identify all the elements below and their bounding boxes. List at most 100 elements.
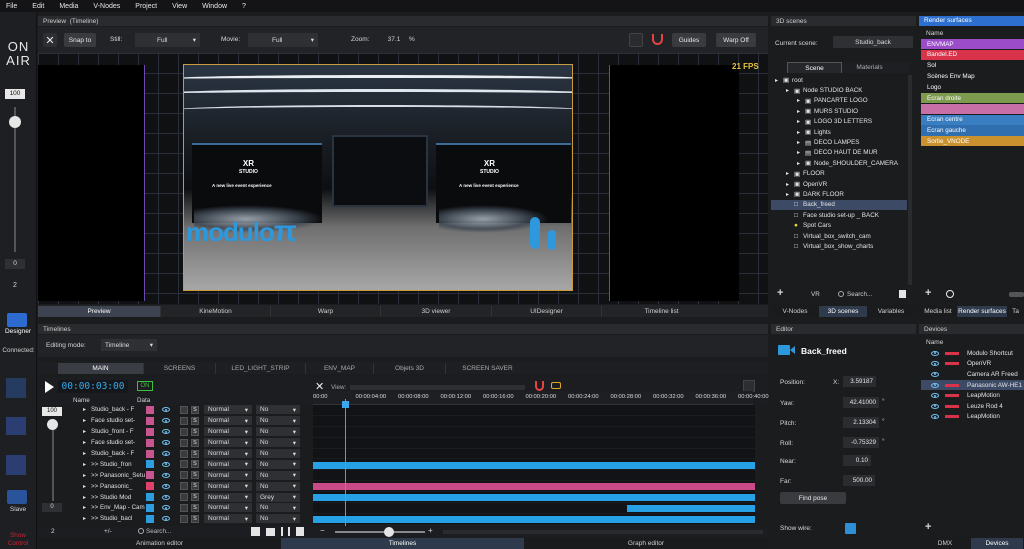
timeline-track-lane[interactable]: [313, 427, 755, 438]
timeline-row[interactable]: ▸ Face studio set- S Normal ▾ No ▾: [75, 416, 313, 427]
option-select[interactable]: No ▾: [256, 405, 300, 415]
device-item[interactable]: Panasonic AW-HE1: [921, 379, 1024, 391]
tab-devices-0[interactable]: DMX: [919, 538, 971, 549]
guides-button[interactable]: Guides: [672, 33, 706, 47]
tab-scenes-bottom-1[interactable]: 3D scenes: [819, 305, 867, 317]
x-value-input[interactable]: 3.59187: [843, 376, 876, 387]
scene-tree-item[interactable]: ▸ ▤ DECO HAUT DE MUR: [771, 148, 907, 158]
expand-arrow-icon[interactable]: ▸: [797, 129, 805, 136]
scene-tree-item[interactable]: □ Virtual_box_switch_cam: [771, 231, 907, 241]
timeline-row[interactable]: ▸ >> Studio Mod S Normal ▾ Grey ▾: [75, 492, 313, 504]
visibility-eye-icon[interactable]: [931, 393, 939, 399]
lock-checkbox[interactable]: [180, 438, 188, 447]
menu-item[interactable]: Media: [59, 3, 78, 10]
roll-value-input[interactable]: -0.75329: [843, 437, 879, 448]
solo-checkbox[interactable]: S: [191, 438, 199, 447]
visibility-eye-icon[interactable]: [162, 516, 170, 522]
render-surface-item[interactable]: [921, 103, 1024, 115]
expand-arrow-icon[interactable]: ▸: [797, 97, 805, 104]
movie-select[interactable]: Full ▾: [248, 33, 318, 47]
rs-scrollbar[interactable]: [1009, 292, 1024, 297]
tab-timeline-4[interactable]: Objets 3D: [373, 362, 445, 374]
tab-preview-3[interactable]: 3D viewer: [380, 305, 491, 317]
visibility-eye-icon[interactable]: [162, 407, 170, 413]
render-surface-item[interactable]: Ecran centre: [921, 114, 1024, 125]
show-control-label[interactable]: Show Control: [2, 532, 34, 548]
visibility-eye-icon[interactable]: [162, 429, 170, 435]
expand-arrow-icon[interactable]: ▸: [775, 77, 783, 84]
columns-icon[interactable]: [281, 527, 290, 536]
magnet-icon[interactable]: [652, 34, 663, 45]
folder-icon[interactable]: [266, 528, 275, 536]
scene-tree-scrollbar[interactable]: [908, 75, 912, 285]
far-value-input[interactable]: 500.00: [843, 475, 875, 486]
tab-rs-1[interactable]: Render surfaces: [957, 305, 1007, 317]
add-track-icon[interactable]: [251, 527, 260, 536]
warp-off-button[interactable]: Warp Off: [716, 33, 756, 47]
tab-rs-2[interactable]: Ta: [1007, 306, 1024, 317]
expand-arrow-icon[interactable]: ▸: [797, 149, 805, 156]
timeline-track-lane[interactable]: [313, 438, 755, 449]
menu-item[interactable]: View: [172, 3, 187, 10]
solo-checkbox[interactable]: S: [191, 416, 199, 425]
power-icon[interactable]: [946, 290, 954, 298]
timeline-row[interactable]: ▸ Studio_front - F S Normal ▾ No ▾: [75, 427, 313, 438]
timeline-row[interactable]: ▸ Studio_back - F S Normal ▾ No ▾: [75, 405, 313, 416]
lock-checkbox[interactable]: [180, 449, 188, 458]
expand-arrow-icon[interactable]: ▸: [786, 170, 794, 177]
visibility-eye-icon[interactable]: [162, 418, 170, 424]
trash-icon[interactable]: [296, 527, 304, 536]
expand-arrow-icon[interactable]: ▸: [83, 417, 91, 424]
option-select[interactable]: No ▾: [256, 503, 300, 513]
option-select[interactable]: No ▾: [256, 470, 300, 480]
expand-arrow-icon[interactable]: ▸: [797, 118, 805, 125]
expand-arrow-icon[interactable]: ▸: [83, 450, 91, 457]
vr-button[interactable]: VR: [811, 291, 820, 298]
horizontal-scrollbar[interactable]: [443, 530, 763, 534]
zoom-input[interactable]: 37.1: [383, 33, 405, 47]
solo-checkbox[interactable]: S: [191, 514, 199, 523]
device-item[interactable]: LeapMotion: [921, 412, 1024, 423]
option-select[interactable]: No ▾: [256, 481, 300, 491]
render-surface-item[interactable]: Logo: [921, 82, 1024, 92]
blend-mode-select[interactable]: Normal ▾: [204, 503, 252, 513]
device-item[interactable]: OpenVR: [921, 359, 1024, 370]
find-pose-button[interactable]: Find pose: [780, 492, 846, 504]
option-select[interactable]: No ▾: [256, 427, 300, 437]
timeline-track-lane[interactable]: [313, 481, 755, 493]
blend-mode-select[interactable]: Normal ▾: [204, 416, 252, 426]
lock-checkbox[interactable]: [180, 482, 188, 491]
timeline-clip[interactable]: [626, 505, 755, 513]
tab-timeline-2[interactable]: LED_LIGHT_STRIP: [215, 362, 305, 374]
render-surface-item[interactable]: Scènes Env Map: [921, 71, 1024, 81]
expand-arrow-icon[interactable]: ▸: [83, 472, 91, 479]
scene-tree-item[interactable]: ▸ ▣ PANCARTE LOGO: [771, 96, 907, 106]
visibility-eye-icon[interactable]: [931, 361, 939, 367]
timeline-tracks[interactable]: [313, 405, 755, 525]
timeline-clip[interactable]: [313, 494, 755, 502]
tab-materials[interactable]: Materials: [842, 62, 897, 73]
device-item[interactable]: Camera AR Freed: [921, 369, 1024, 380]
screen-toggle-icon[interactable]: [629, 33, 643, 47]
tab-preview-2[interactable]: Warp: [270, 305, 380, 317]
pitch-value-input[interactable]: 2.13304: [843, 417, 879, 428]
close-preview-icon[interactable]: ✕: [43, 33, 57, 47]
device-item[interactable]: Modulo Shortcut: [921, 348, 1024, 359]
blend-mode-select[interactable]: Normal ▾: [204, 449, 252, 458]
visibility-eye-icon[interactable]: [931, 414, 939, 420]
preview-canvas[interactable]: 21 FPS XR STUDIO A new live event experi…: [38, 53, 768, 304]
still-select[interactable]: Full ▾: [135, 33, 200, 47]
tab-timeline-0[interactable]: MAIN: [58, 362, 143, 374]
master-fader-handle[interactable]: [9, 116, 21, 128]
blend-mode-select[interactable]: Normal ▾: [204, 492, 252, 502]
expand-arrow-icon[interactable]: ▸: [83, 504, 91, 511]
lock-checkbox[interactable]: [180, 427, 188, 436]
visibility-eye-icon[interactable]: [162, 461, 170, 467]
scene-tree-item[interactable]: ● Spot Cars: [771, 220, 907, 230]
blend-mode-select[interactable]: Normal ▾: [204, 459, 252, 469]
plus-minus-button[interactable]: +/-: [104, 528, 112, 535]
tab-timeline-1[interactable]: SCREENS: [143, 362, 215, 374]
layers-icon[interactable]: [6, 455, 26, 475]
scene-tree-item[interactable]: ▸ ▣ MURS STUDIO: [771, 106, 907, 116]
scene-tree-item[interactable]: ▸ ▣ FLOOR: [771, 169, 907, 179]
